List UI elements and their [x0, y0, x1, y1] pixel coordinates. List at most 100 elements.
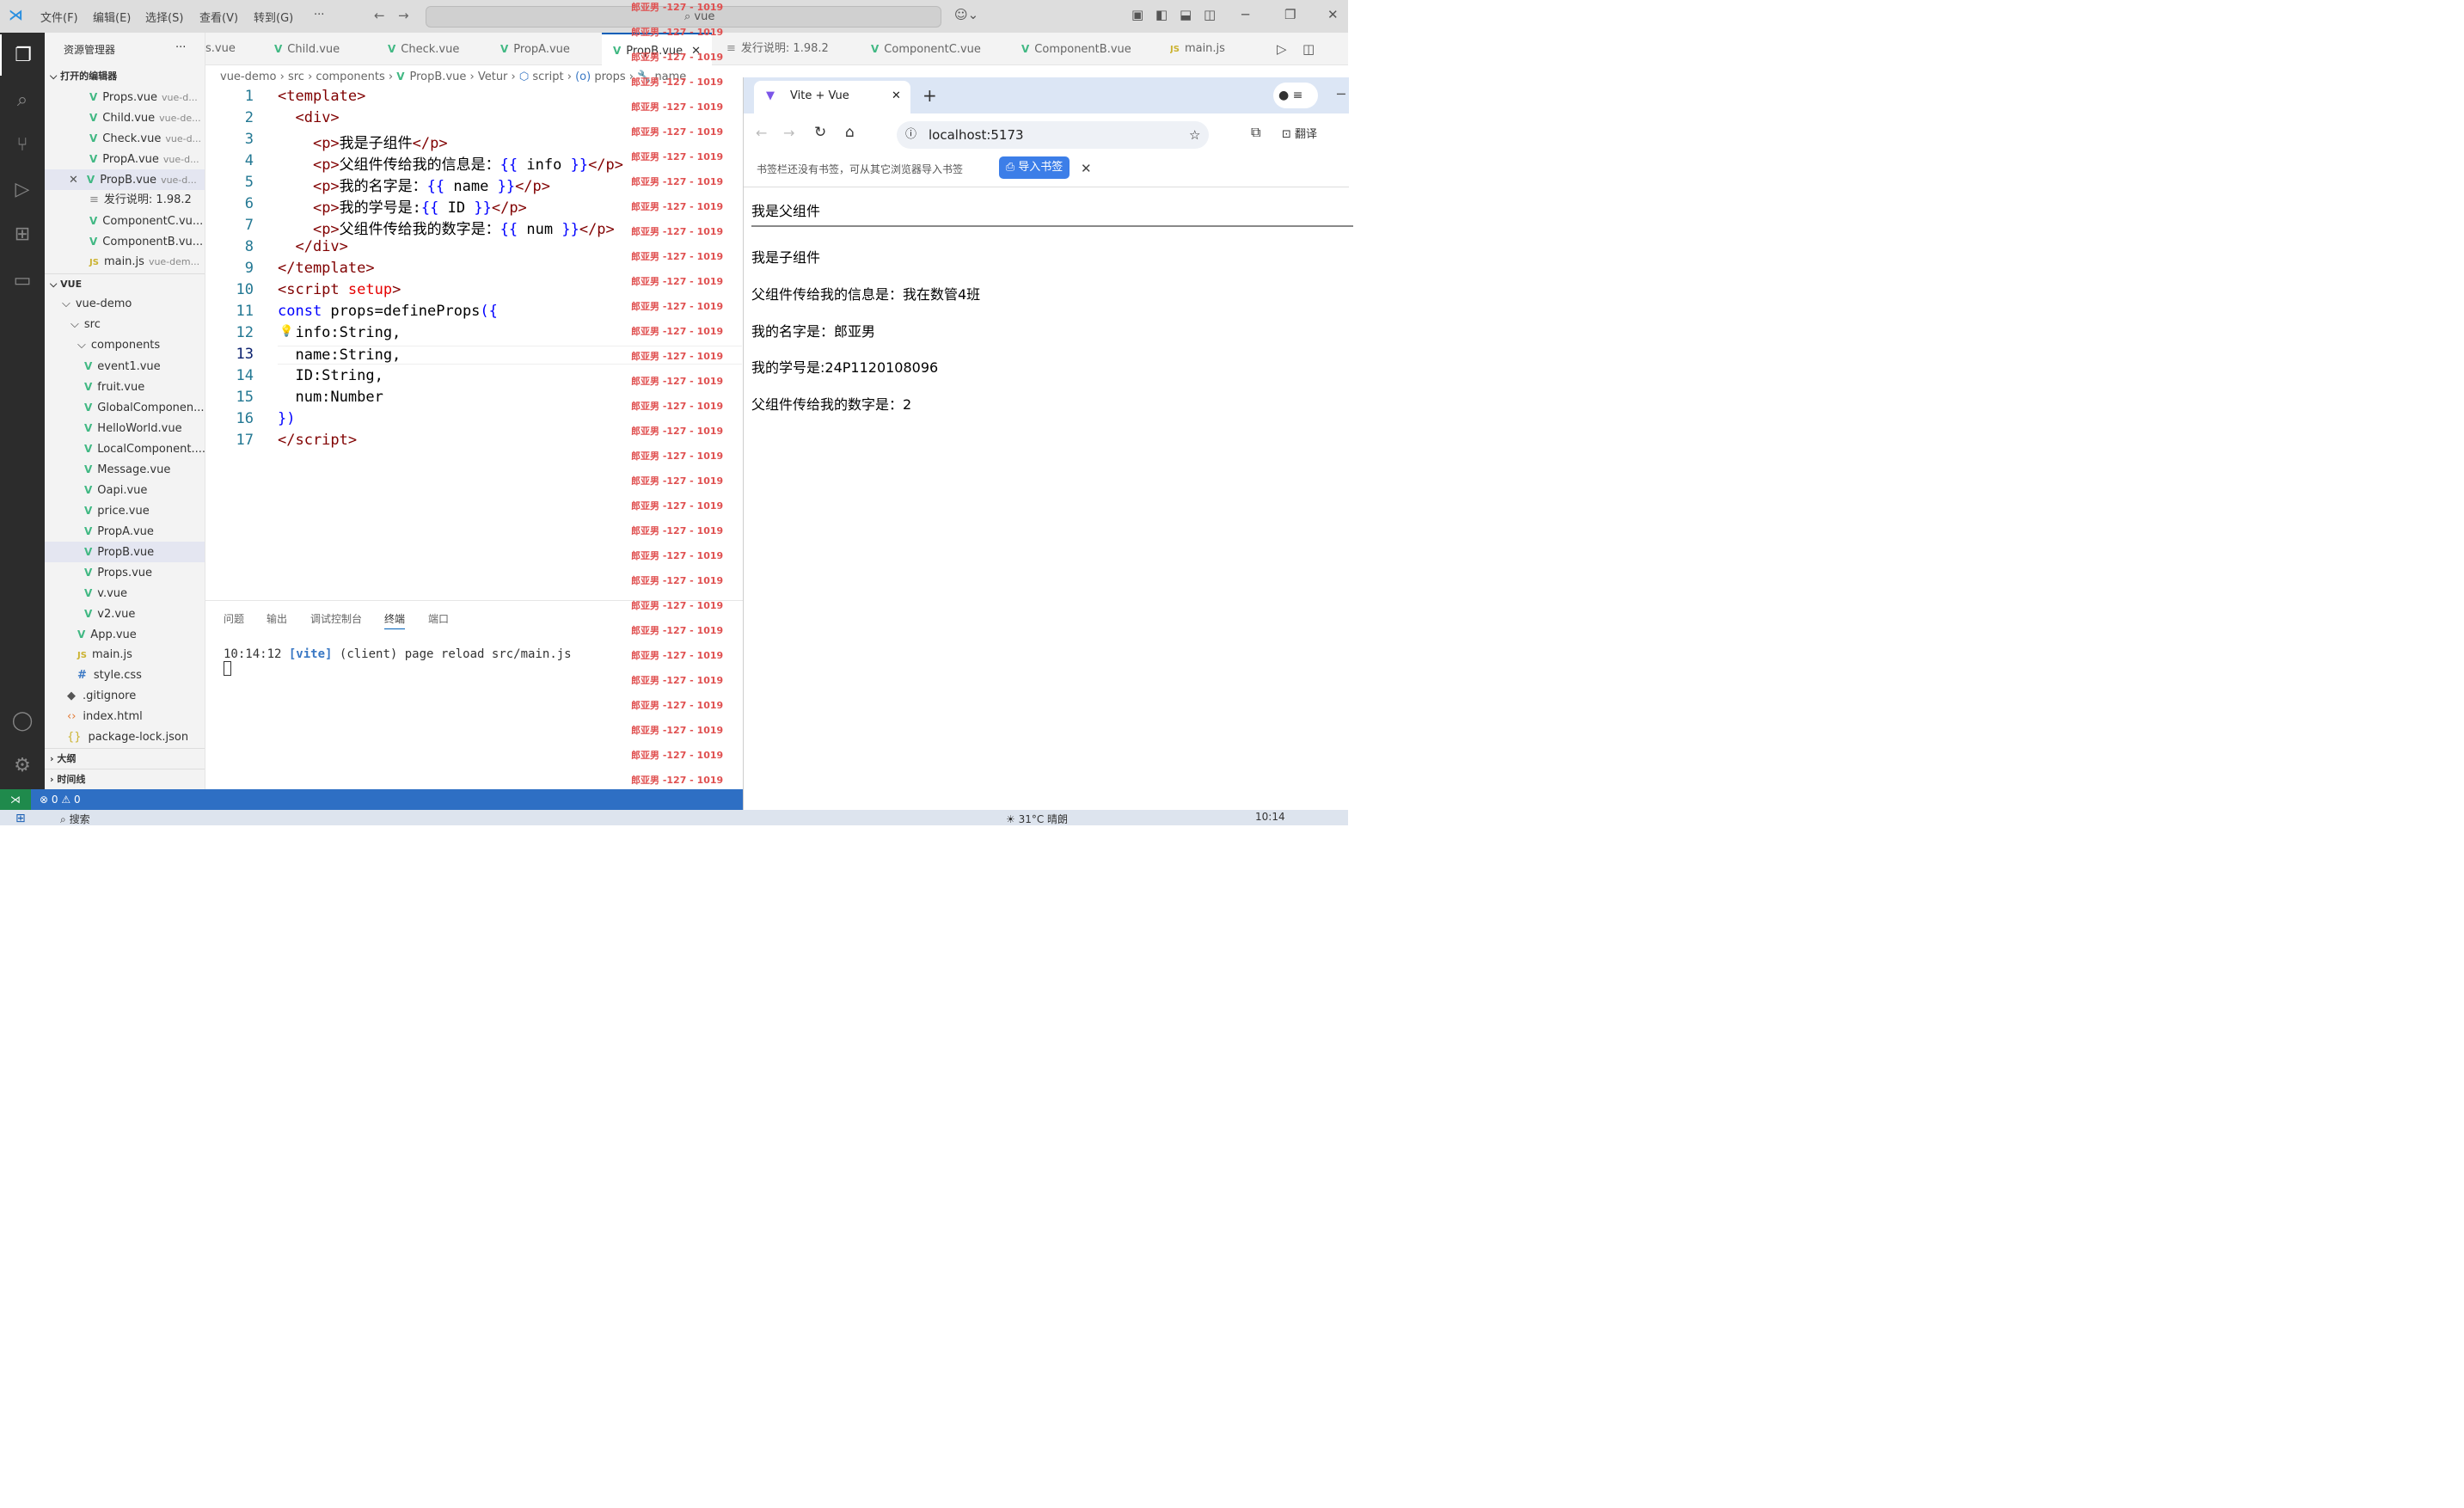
tab[interactable]: ≡ 发行说明: 1.98.2 [726, 33, 855, 65]
menu-select[interactable]: 选择(S) [145, 9, 183, 25]
tree-file-selected[interactable]: V PropB.vue [45, 542, 205, 562]
tab[interactable]: V Child.vue [274, 33, 377, 65]
menu-more[interactable]: ··· [314, 9, 324, 21]
timeline-header[interactable]: › 时间线 [45, 769, 205, 789]
open-editors-header[interactable]: ⌵ 打开的编辑器 [45, 66, 205, 87]
explorer-icon[interactable]: ❐ [0, 34, 45, 76]
tab-output[interactable]: 输出 [267, 611, 287, 626]
run-icon[interactable]: ▷ [1277, 41, 1287, 57]
tree-file[interactable]: ◆ .gitignore [45, 686, 205, 707]
menu-go[interactable]: 转到(G) [254, 9, 293, 25]
forward-arrow-icon[interactable]: → [783, 125, 794, 141]
import-bookmarks-button[interactable]: ⎙ 导入书签 [999, 156, 1070, 179]
breadcrumb-item[interactable]: Vetur [478, 70, 508, 83]
breadcrumb-item[interactable]: src [288, 70, 304, 83]
tree-file[interactable]: V App.vue [45, 624, 205, 645]
breadcrumb-item[interactable]: props [594, 70, 625, 83]
back-arrow-icon[interactable]: ← [756, 125, 767, 141]
tree-file[interactable]: ‹› index.html [45, 707, 205, 727]
open-editor-item[interactable]: JS main.js vue-dem... [45, 252, 205, 273]
tab-terminal[interactable]: 终端 [384, 611, 406, 629]
tree-file[interactable]: {} package-lock.json [45, 727, 205, 748]
breadcrumb-item[interactable]: script [532, 70, 563, 83]
tree-file[interactable]: Vfruit.vue [45, 377, 205, 397]
close-icon[interactable]: ✕ [1081, 161, 1092, 176]
workspace-header[interactable]: ⌵ VUE [45, 273, 205, 294]
tab[interactable]: JS main.js [1170, 33, 1256, 65]
tree-file[interactable]: Vv.vue [45, 583, 205, 604]
tab-debug-console[interactable]: 调试控制台 [310, 611, 362, 626]
open-editor-item[interactable]: V ComponentB.vu... [45, 231, 205, 252]
remote-icon[interactable]: ⋊ [0, 789, 31, 810]
browser-tab[interactable]: ▼ Vite + Vue ✕ [754, 81, 910, 113]
toggle-sidebar-icon[interactable]: ◧ [1155, 7, 1168, 22]
reload-icon[interactable]: ↻ [814, 124, 826, 141]
tree-file[interactable]: V Message.vue [45, 459, 205, 480]
problems-status[interactable]: ⊗ 0 ⚠ 0 [40, 789, 81, 810]
tab[interactable]: V PropA.vue [500, 33, 604, 65]
forward-arrow-icon[interactable]: → [398, 8, 409, 23]
address-bar[interactable]: ⓘ localhost:5173 ☆ [897, 121, 1209, 149]
menu-edit[interactable]: 编辑(E) [93, 9, 131, 25]
search-icon[interactable]: ⌕ [0, 79, 45, 120]
open-editor-item[interactable]: ≡ 发行说明: 1.98.2 [45, 190, 205, 211]
taskbar-search[interactable]: ⌕ 搜索 [60, 812, 90, 826]
code-editor[interactable]: 1 2 3 4 5 6 7 8 9 10 11 12 13 14 15 16 1… [205, 88, 743, 599]
remote-explorer-icon[interactable]: ▭ [0, 260, 45, 301]
tree-file[interactable]: V Props.vue [45, 562, 205, 583]
menu-file[interactable]: 文件(F) [40, 9, 78, 25]
tab-problems[interactable]: 问题 [224, 611, 244, 626]
clock[interactable]: 10:14 [1255, 811, 1285, 823]
tree-folder[interactable]: ⌵ components [45, 335, 205, 356]
minimize-icon[interactable]: ─ [1337, 86, 1345, 102]
tree-file[interactable]: V PropA.vue [45, 521, 205, 542]
tree-file[interactable]: V HelloWorld.vue [45, 418, 205, 438]
back-arrow-icon[interactable]: ← [374, 8, 385, 23]
star-icon[interactable]: ☆ [1189, 121, 1200, 149]
extensions-icon[interactable]: ⧉ [1251, 124, 1260, 141]
tab[interactable]: V ComponentB.vue [1021, 33, 1159, 65]
home-icon[interactable]: ⌂ [845, 124, 855, 141]
close-window-icon[interactable]: ✕ [1327, 7, 1339, 22]
profile-avatar[interactable]: ● ≡ [1273, 83, 1318, 108]
extensions-icon[interactable]: ⊞ [0, 213, 45, 254]
outline-header[interactable]: › 大纲 [45, 748, 205, 769]
tree-file[interactable]: Vevent1.vue [45, 356, 205, 377]
toggle-panel-icon[interactable]: ⬓ [1180, 7, 1192, 22]
windows-start-icon[interactable]: ⊞ [15, 812, 26, 825]
toggle-secondary-icon[interactable]: ◫ [1204, 7, 1216, 22]
lightbulb-icon[interactable]: 💡 [279, 325, 293, 338]
tree-file[interactable]: V LocalComponent.... [45, 438, 205, 459]
tree-file[interactable]: JS main.js [45, 645, 205, 665]
open-editor-item[interactable]: V Check.vue vue-d... [45, 128, 205, 149]
breadcrumb-item[interactable]: PropB.vue [410, 70, 467, 83]
tab[interactable]: s.vue [205, 33, 260, 65]
source-control-icon[interactable]: ⑂ [0, 124, 45, 165]
open-editor-item[interactable]: V Child.vue vue-de... [45, 107, 205, 128]
layout-icon[interactable]: ▣ [1131, 7, 1143, 22]
close-icon[interactable]: ✕ [69, 174, 78, 187]
tree-file[interactable]: Vprice.vue [45, 500, 205, 521]
account-icon[interactable]: ◯ [0, 700, 45, 741]
tree-folder[interactable]: ⌵ vue-demo [45, 294, 205, 315]
weather-widget[interactable]: ☀ 31°C 晴朗 [1006, 812, 1068, 826]
tab-ports[interactable]: 端口 [428, 611, 449, 626]
open-editor-item-active[interactable]: ✕ V PropB.vue vue-d... [45, 169, 205, 190]
run-debug-icon[interactable]: ▷ [0, 169, 45, 210]
more-actions-icon[interactable]: ··· [175, 38, 201, 58]
menu-view[interactable]: 查看(V) [199, 9, 238, 25]
tree-file[interactable]: V GlobalComponen... [45, 397, 205, 418]
split-editor-icon[interactable]: ◫ [1302, 41, 1315, 57]
open-editor-item[interactable]: V PropA.vue vue-d... [45, 149, 205, 169]
minimize-icon[interactable]: ─ [1241, 7, 1249, 22]
translate-button[interactable]: ⊡ 翻译 [1282, 125, 1317, 141]
new-tab-icon[interactable]: + [922, 85, 937, 106]
breadcrumb-item[interactable]: components [316, 70, 384, 83]
tab[interactable]: V Check.vue [388, 33, 491, 65]
close-tab-icon[interactable]: ✕ [892, 81, 901, 112]
breadcrumb-item[interactable]: vue-demo [220, 70, 277, 83]
terminal-output[interactable]: 10:14:12 [vite] (client) page reload src… [224, 647, 572, 679]
maximize-icon[interactable]: ❐ [1284, 7, 1296, 22]
open-editor-item[interactable]: V Props.vue vue-d... [45, 87, 205, 107]
tab[interactable]: V ComponentC.vue [871, 33, 1008, 65]
